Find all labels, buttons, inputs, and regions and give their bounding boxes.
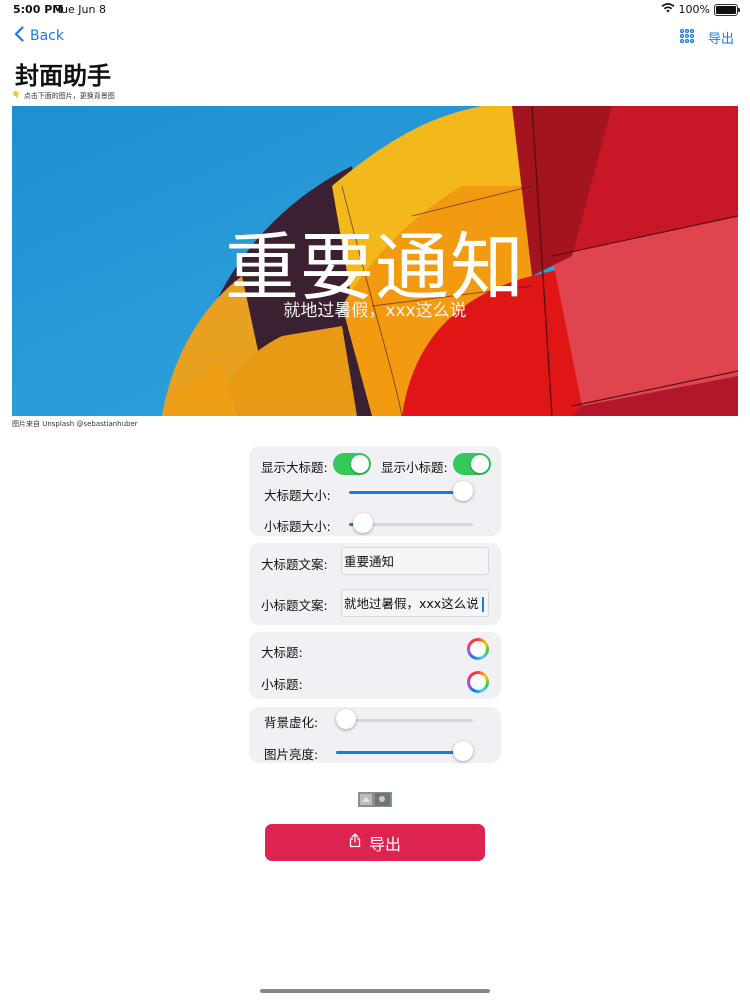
show-subtitle-toggle[interactable] — [453, 453, 491, 475]
page-title: 封面助手 — [15, 62, 111, 90]
status-right: 100% — [660, 3, 740, 16]
display-settings-panel: 显示大标题: 显示小标题: 大标题大小: 小标题大小: — [249, 446, 501, 536]
status-bar: 5:00 PM Tue Jun 8 100% — [0, 0, 750, 20]
grid-icon — [679, 28, 695, 44]
title-color-well[interactable] — [467, 638, 489, 660]
back-button[interactable]: Back — [14, 26, 64, 46]
export-preview-thumbnail — [358, 792, 392, 807]
brightness-slider[interactable] — [336, 741, 473, 763]
share-icon — [349, 833, 361, 852]
subtitle-text-field[interactable]: 就地过暑假，xxx这么说 — [341, 589, 489, 617]
back-label: Back — [30, 28, 64, 44]
title-color-label: 大标题: — [261, 645, 303, 660]
hint-text: 点击下面的图片，更换背景图 — [23, 92, 115, 100]
navigation-bar: Back 导出 — [0, 24, 750, 50]
show-title-toggle[interactable] — [333, 453, 371, 475]
blur-slider[interactable] — [336, 709, 473, 731]
blur-label: 背景虚化: — [264, 715, 319, 730]
title-size-slider[interactable] — [349, 481, 473, 503]
pointing-down-icon: 👇 — [12, 91, 21, 99]
subtitle-text-label: 小标题文案: — [261, 598, 328, 613]
color-settings-panel: 大标题: 小标题: — [249, 632, 501, 699]
brightness-label: 图片亮度: — [264, 747, 319, 762]
text-settings-panel: 大标题文案: 重要通知 小标题文案: 就地过暑假，xxx这么说 — [249, 543, 501, 625]
photo-credit: 图片来自 Unsplash @sebastianhuber — [12, 420, 138, 428]
subtitle-text-value: 就地过暑假，xxx这么说 — [344, 596, 479, 611]
title-text-value: 重要通知 — [344, 554, 395, 569]
battery-percent: 100% — [678, 3, 710, 16]
grid-button[interactable] — [679, 28, 695, 47]
wifi-icon — [660, 3, 675, 16]
cover-subtitle: 就地过暑假，xxx这么说 — [283, 301, 467, 321]
subtitle-color-label: 小标题: — [261, 677, 303, 692]
title-size-label: 大标题大小: — [264, 488, 331, 503]
home-indicator — [260, 989, 490, 993]
export-button-label: 导出 — [368, 834, 401, 854]
image-settings-panel: 背景虚化: 图片亮度: — [249, 707, 501, 763]
title-text-field[interactable]: 重要通知 — [341, 547, 489, 575]
subtitle-size-slider[interactable] — [349, 513, 473, 535]
cover-image[interactable]: 重要通知 就地过暑假，xxx这么说 — [12, 106, 738, 416]
subtitle-color-well[interactable] — [467, 671, 489, 693]
title-text-label: 大标题文案: — [261, 557, 328, 572]
show-title-label: 显示大标题: — [261, 460, 328, 475]
status-date: Tue Jun 8 — [56, 3, 106, 16]
text-caret — [481, 597, 484, 612]
subtitle-size-label: 小标题大小: — [264, 519, 331, 534]
page-hint: 👇 点击下面的图片，更换背景图 — [12, 91, 115, 101]
export-top-button[interactable]: 导出 — [708, 28, 734, 47]
show-subtitle-label: 显示小标题: — [381, 460, 448, 475]
export-button[interactable]: 导出 — [265, 824, 485, 861]
battery-icon — [714, 3, 740, 16]
chevron-left-icon — [14, 26, 24, 46]
